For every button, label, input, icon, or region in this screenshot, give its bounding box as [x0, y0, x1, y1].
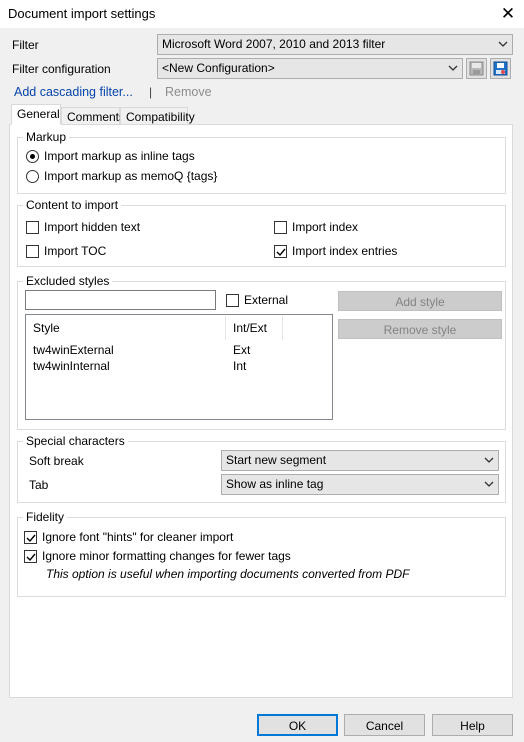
filter-value: Microsoft Word 2007, 2010 and 2013 filte…	[162, 37, 386, 51]
special-characters-title: Special characters	[23, 434, 128, 448]
list-row-type[interactable]: Ext	[233, 343, 250, 357]
chevron-down-icon	[498, 41, 508, 47]
checkbox-external[interactable]	[226, 294, 239, 307]
add-style-button[interactable]: Add style	[338, 291, 502, 311]
content-group-title: Content to import	[23, 198, 122, 212]
tab-setting-dropdown[interactable]: Show as inline tag	[221, 474, 499, 495]
tab-setting-value: Show as inline tag	[226, 477, 324, 491]
cancel-button[interactable]: Cancel	[344, 714, 425, 736]
index-label: Import index	[292, 220, 359, 234]
check-icon	[276, 248, 286, 257]
checkbox-index-entries[interactable]	[274, 245, 287, 258]
chevron-down-icon	[484, 481, 494, 487]
checkbox-index[interactable]	[274, 221, 287, 234]
remove-style-button[interactable]: Remove style	[338, 319, 502, 339]
style-name-input[interactable]	[25, 290, 216, 310]
ignore-minor-label: Ignore minor formatting changes for fewe…	[42, 549, 291, 563]
hidden-text-label: Import hidden text	[44, 220, 141, 234]
tab-general[interactable]: General	[11, 104, 61, 125]
checkbox-ignore-hints[interactable]	[24, 531, 37, 544]
window-title: Document import settings	[8, 6, 156, 21]
filter-dropdown[interactable]: Microsoft Word 2007, 2010 and 2013 filte…	[157, 34, 513, 55]
column-separator	[282, 316, 283, 340]
close-icon[interactable]: ✕	[497, 3, 519, 25]
checkbox-hidden-text[interactable]	[26, 221, 39, 234]
check-icon	[26, 534, 36, 543]
soft-break-label: Soft break	[29, 454, 84, 468]
chevron-down-icon	[484, 457, 494, 463]
chevron-down-icon	[448, 65, 458, 71]
config-icon	[493, 61, 508, 76]
filter-config-dropdown[interactable]: <New Configuration>	[157, 58, 463, 79]
checkbox-toc[interactable]	[26, 245, 39, 258]
column-header-style[interactable]: Style	[33, 321, 60, 335]
tab-compatibility[interactable]: Compatibility	[120, 107, 195, 125]
filter-label: Filter	[12, 38, 39, 52]
toc-label: Import TOC	[44, 244, 107, 258]
index-entries-label: Import index entries	[292, 244, 398, 258]
check-icon	[26, 553, 36, 562]
ok-button[interactable]: OK	[257, 714, 338, 736]
list-row-style[interactable]: tw4winExternal	[33, 343, 114, 357]
column-separator	[225, 316, 226, 340]
column-header-int-ext[interactable]: Int/Ext	[233, 321, 267, 335]
checkbox-ignore-minor[interactable]	[24, 550, 37, 563]
radio-inline-tags[interactable]	[26, 150, 39, 163]
ignore-hints-label: Ignore font "hints" for cleaner import	[42, 530, 234, 544]
markup-group	[17, 137, 506, 194]
radio-memoq-tags[interactable]	[26, 170, 39, 183]
soft-break-value: Start new segment	[226, 453, 327, 467]
markup-group-title: Markup	[23, 130, 70, 144]
radio-inline-label: Import markup as inline tags	[44, 149, 195, 163]
remove-link[interactable]: Remove	[165, 85, 212, 99]
save-config-button[interactable]	[466, 58, 487, 79]
filter-config-label: Filter configuration	[12, 62, 111, 76]
save-icon	[469, 61, 484, 76]
help-button[interactable]: Help	[432, 714, 513, 736]
manage-config-button[interactable]	[490, 58, 511, 79]
external-label: External	[244, 293, 289, 307]
fidelity-note: This option is useful when importing doc…	[46, 567, 410, 581]
list-row-style[interactable]: tw4winInternal	[33, 359, 110, 373]
link-separator: |	[149, 85, 153, 99]
tab-setting-label: Tab	[29, 478, 49, 492]
radio-memoq-label: Import markup as memoQ {tags}	[44, 169, 218, 183]
excluded-styles-title: Excluded styles	[23, 274, 113, 288]
soft-break-dropdown[interactable]: Start new segment	[221, 450, 499, 471]
add-cascading-filter-link[interactable]: Add cascading filter...	[14, 85, 133, 99]
filter-config-value: <New Configuration>	[162, 61, 275, 75]
fidelity-title: Fidelity	[23, 510, 68, 524]
tab-comments[interactable]: Comments	[61, 107, 125, 125]
list-row-type[interactable]: Int	[233, 359, 246, 373]
